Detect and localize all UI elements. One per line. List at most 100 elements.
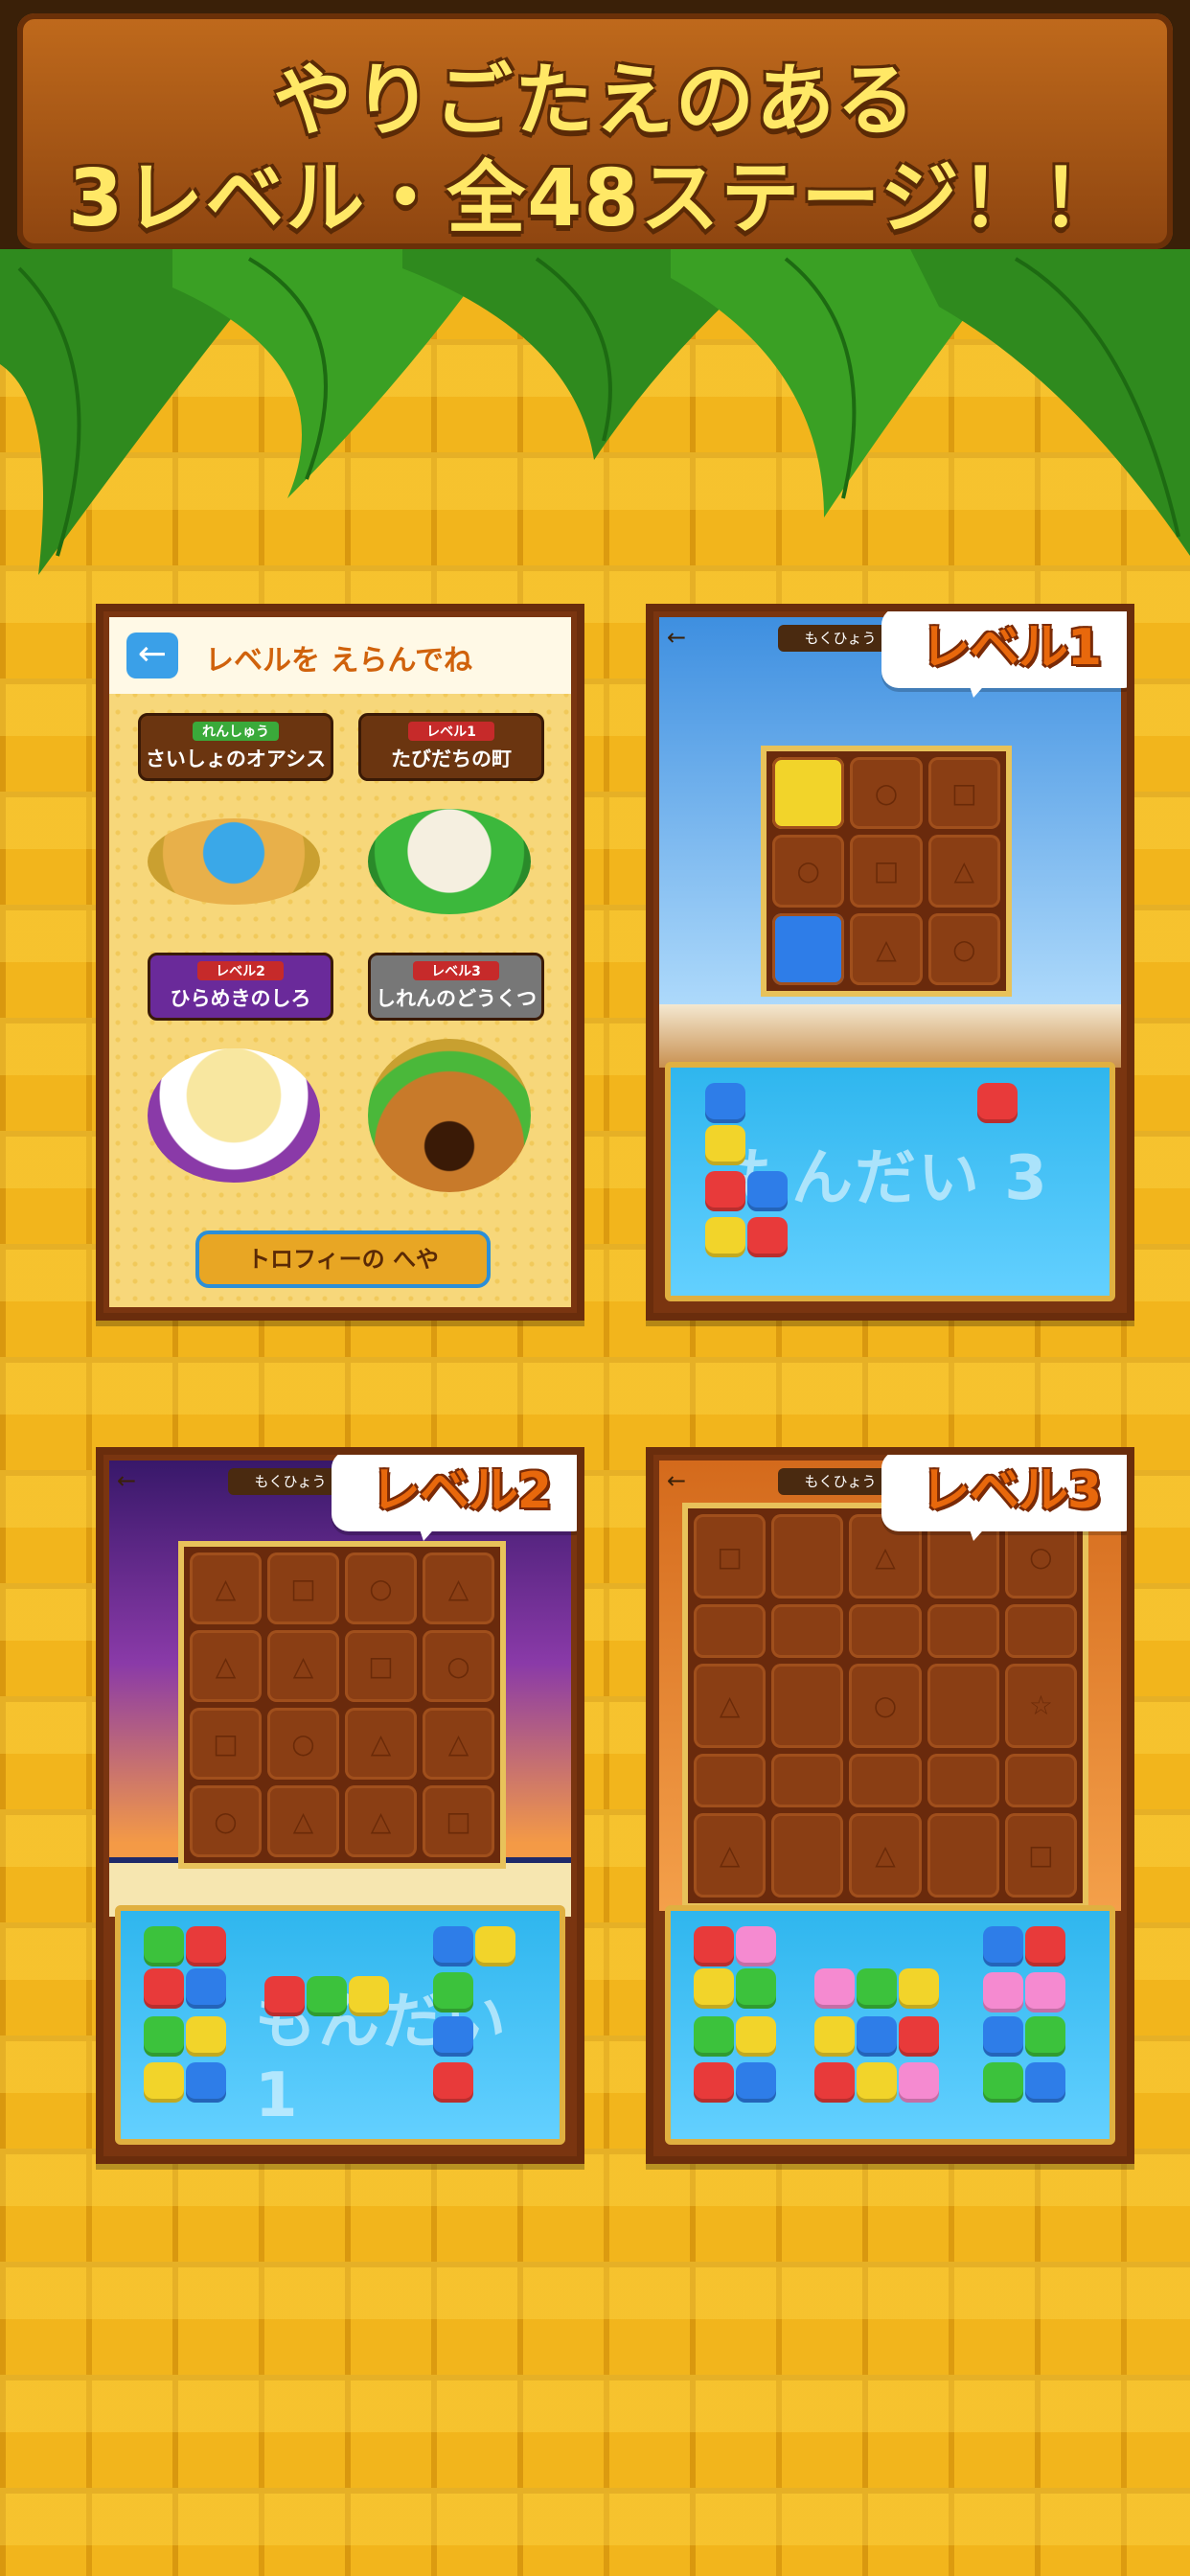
piece[interactable] [1025, 2062, 1065, 2103]
piece[interactable] [857, 1968, 897, 2009]
board-cell[interactable]: △ [850, 912, 923, 985]
piece[interactable] [186, 1968, 226, 2009]
piece[interactable] [705, 1171, 745, 1211]
trophy-room-button[interactable]: トロフィーの へや [195, 1230, 491, 1288]
board-cell[interactable] [771, 1663, 844, 1749]
piece[interactable] [433, 1926, 473, 1966]
back-arrow-icon[interactable]: ← [667, 1468, 696, 1493]
piece[interactable] [736, 1968, 776, 2009]
board-cell[interactable]: □ [1004, 1812, 1077, 1898]
board-cell[interactable]: □ [423, 1785, 494, 1857]
board-cell[interactable]: △ [423, 1552, 494, 1624]
piece[interactable] [186, 2016, 226, 2057]
board-cell[interactable] [927, 1754, 999, 1807]
board-cell[interactable] [849, 1604, 922, 1658]
piece[interactable] [694, 2062, 734, 2103]
cave-island-icon[interactable] [368, 1039, 531, 1192]
piece[interactable] [747, 1171, 788, 1211]
piece[interactable] [307, 1976, 347, 2016]
board-cell[interactable] [771, 1514, 844, 1599]
area-sign-level3[interactable]: レベル3 しれんのどうくつ [368, 953, 544, 1021]
board-cell[interactable]: □ [927, 757, 1000, 830]
board-cell[interactable]: □ [267, 1552, 339, 1624]
piece[interactable] [736, 1926, 776, 1966]
piece[interactable] [1025, 1972, 1065, 2012]
board-cell[interactable] [771, 1754, 844, 1807]
piece[interactable] [736, 2016, 776, 2057]
piece[interactable] [144, 1926, 184, 1966]
board-cell[interactable]: △ [927, 835, 1000, 908]
board-cell[interactable]: ○ [190, 1785, 262, 1857]
area-sign-level1[interactable]: レベル1 たびだちの町 [358, 713, 544, 781]
piece[interactable] [747, 1217, 788, 1257]
board-cell[interactable]: □ [694, 1514, 767, 1599]
piece[interactable] [705, 1217, 745, 1257]
piece[interactable] [144, 2062, 184, 2103]
board-cell[interactable]: ☆ [1004, 1663, 1077, 1749]
board-cell[interactable] [694, 1604, 767, 1658]
piece-tray[interactable]: もんだい 1 [115, 1905, 565, 2145]
piece[interactable] [983, 2062, 1023, 2103]
piece-tray[interactable] [665, 1905, 1115, 2145]
piece[interactable] [264, 1976, 305, 2016]
piece[interactable] [186, 1926, 226, 1966]
board-cell[interactable]: ○ [850, 757, 923, 830]
board-cell[interactable]: ○ [849, 1663, 922, 1749]
piece[interactable] [1025, 1926, 1065, 1966]
piece[interactable] [814, 1968, 855, 2009]
board-cell[interactable]: □ [850, 835, 923, 908]
board-cell[interactable] [927, 1812, 999, 1898]
piece[interactable] [475, 1926, 515, 1966]
piece[interactable] [705, 1125, 745, 1165]
piece[interactable] [899, 2016, 939, 2057]
board-cell[interactable]: △ [423, 1708, 494, 1780]
board-cell[interactable]: ○ [423, 1630, 494, 1702]
board-cell[interactable]: △ [190, 1630, 262, 1702]
board-cell[interactable]: △ [694, 1812, 767, 1898]
board-cell[interactable] [771, 1812, 844, 1898]
board-cell[interactable]: ○ [772, 835, 845, 908]
town-island-icon[interactable] [368, 809, 531, 914]
board-cell[interactable]: □ [345, 1630, 417, 1702]
board-cell[interactable] [772, 757, 845, 830]
piece[interactable] [736, 2062, 776, 2103]
board-cell[interactable]: ○ [927, 912, 1000, 985]
palace-island-icon[interactable] [148, 1048, 320, 1183]
piece[interactable] [814, 2062, 855, 2103]
piece[interactable] [983, 1972, 1023, 2012]
piece[interactable] [694, 1926, 734, 1966]
board-cell[interactable]: □ [190, 1708, 262, 1780]
piece[interactable] [433, 1972, 473, 2012]
piece[interactable] [814, 2016, 855, 2057]
board-cell[interactable]: △ [345, 1708, 417, 1780]
board-cell[interactable]: ○ [267, 1708, 339, 1780]
piece[interactable] [144, 1968, 184, 2009]
piece[interactable] [899, 2062, 939, 2103]
back-arrow-icon[interactable]: ← [667, 625, 696, 650]
board-cell[interactable]: △ [849, 1812, 922, 1898]
piece[interactable] [694, 1968, 734, 2009]
puzzle-board[interactable]: □ △ ○ △ ○ ☆ △ △ □ [682, 1503, 1088, 1909]
piece[interactable] [1025, 2016, 1065, 2057]
board-cell[interactable]: △ [345, 1785, 417, 1857]
piece-tray[interactable]: もんだい 3 [665, 1062, 1115, 1301]
board-cell[interactable]: △ [267, 1630, 339, 1702]
piece[interactable] [983, 2016, 1023, 2057]
board-cell[interactable]: △ [267, 1785, 339, 1857]
piece[interactable] [983, 1926, 1023, 1966]
board-cell[interactable]: ○ [345, 1552, 417, 1624]
board-cell[interactable] [771, 1604, 844, 1658]
piece[interactable] [857, 2062, 897, 2103]
piece[interactable] [977, 1083, 1018, 1123]
piece[interactable] [857, 2016, 897, 2057]
piece[interactable] [694, 2016, 734, 2057]
board-cell[interactable]: △ [190, 1552, 262, 1624]
puzzle-board[interactable]: △ □ ○ △ △ △ □ ○ □ ○ △ △ ○ △ △ □ [178, 1541, 506, 1869]
oasis-island-icon[interactable] [148, 818, 320, 905]
board-cell[interactable] [772, 912, 845, 985]
board-cell[interactable] [927, 1604, 999, 1658]
piece[interactable] [144, 2016, 184, 2057]
board-cell[interactable] [849, 1754, 922, 1807]
piece[interactable] [433, 2062, 473, 2103]
board-cell[interactable] [1004, 1754, 1077, 1807]
